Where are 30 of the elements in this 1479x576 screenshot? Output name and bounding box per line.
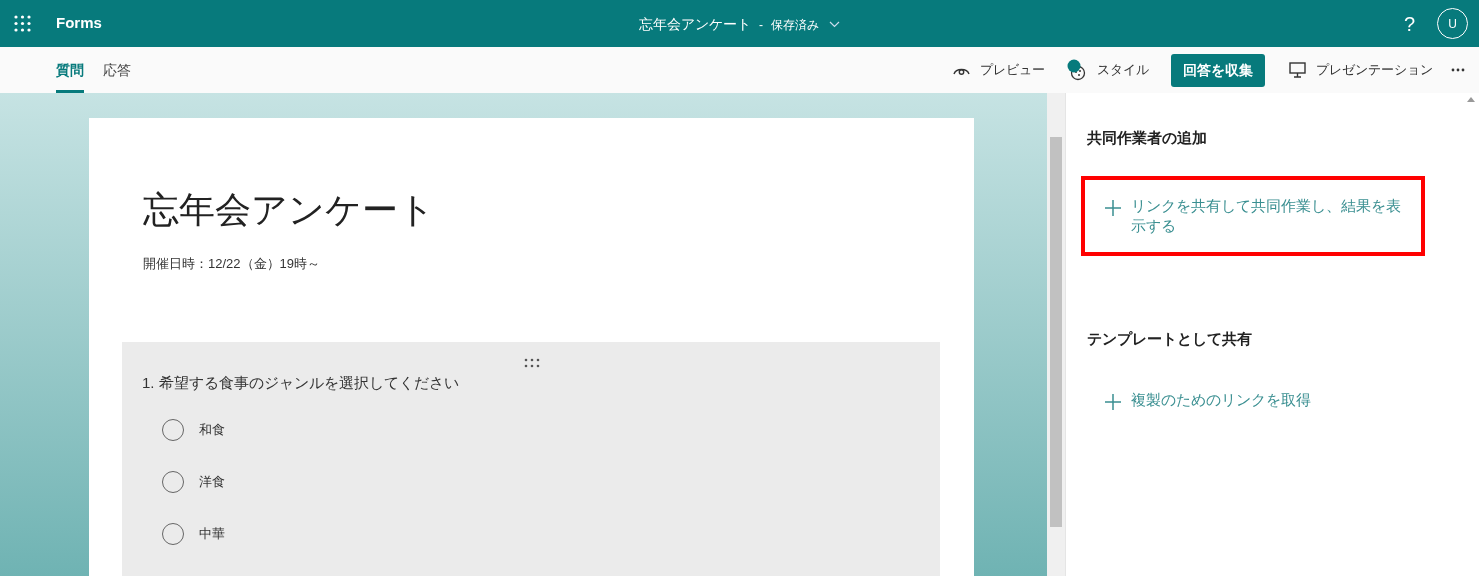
radio-option[interactable]: 和食 — [162, 414, 940, 446]
collect-responses-button[interactable]: 回答を収集 — [1171, 53, 1265, 87]
form-title: 忘年会アンケート — [639, 15, 751, 34]
question-text: 1. 希望する食事のジャンルを選択してください — [142, 372, 460, 393]
presentation-button[interactable]: プレゼンテーション — [1289, 60, 1433, 80]
app-name[interactable]: Forms — [56, 12, 102, 35]
style-button[interactable]: スタイル — [1067, 59, 1149, 81]
help-button[interactable]: ? — [1403, 8, 1415, 39]
monitor-icon — [1289, 62, 1306, 78]
form-description: 開催日時：12/22（金）19時～ — [143, 255, 321, 273]
palette-icon — [1067, 59, 1087, 81]
form-title-heading: 忘年会アンケート — [143, 188, 436, 232]
share-link-button[interactable]: リンクを共有して共同作業し、結果を表示する — [1081, 175, 1425, 256]
plus-icon — [1105, 394, 1121, 410]
app-launcher-icon[interactable] — [14, 15, 31, 32]
scroll-up-icon[interactable] — [1467, 97, 1475, 102]
radio-option[interactable]: 洋食 — [162, 466, 940, 498]
preview-button[interactable]: プレビュー — [953, 60, 1045, 80]
tab[interactable]: 応答 — [103, 47, 131, 93]
share-link-button[interactable]: 複製のためのリンクを取得 — [1081, 382, 1425, 418]
drag-handle-icon[interactable] — [524, 357, 540, 368]
separator-text: - — [759, 16, 763, 34]
section-heading: テンプレートとして共有 — [1087, 328, 1253, 349]
scrollbar[interactable] — [1047, 93, 1065, 576]
save-status: 保存済み — [771, 16, 819, 34]
plus-icon — [1105, 199, 1121, 216]
section-heading: 共同作業者の追加 — [1087, 128, 1208, 148]
radio-option[interactable]: 中華 — [162, 518, 940, 550]
more-icon[interactable] — [1451, 68, 1465, 72]
chevron-down-icon[interactable] — [829, 21, 840, 28]
